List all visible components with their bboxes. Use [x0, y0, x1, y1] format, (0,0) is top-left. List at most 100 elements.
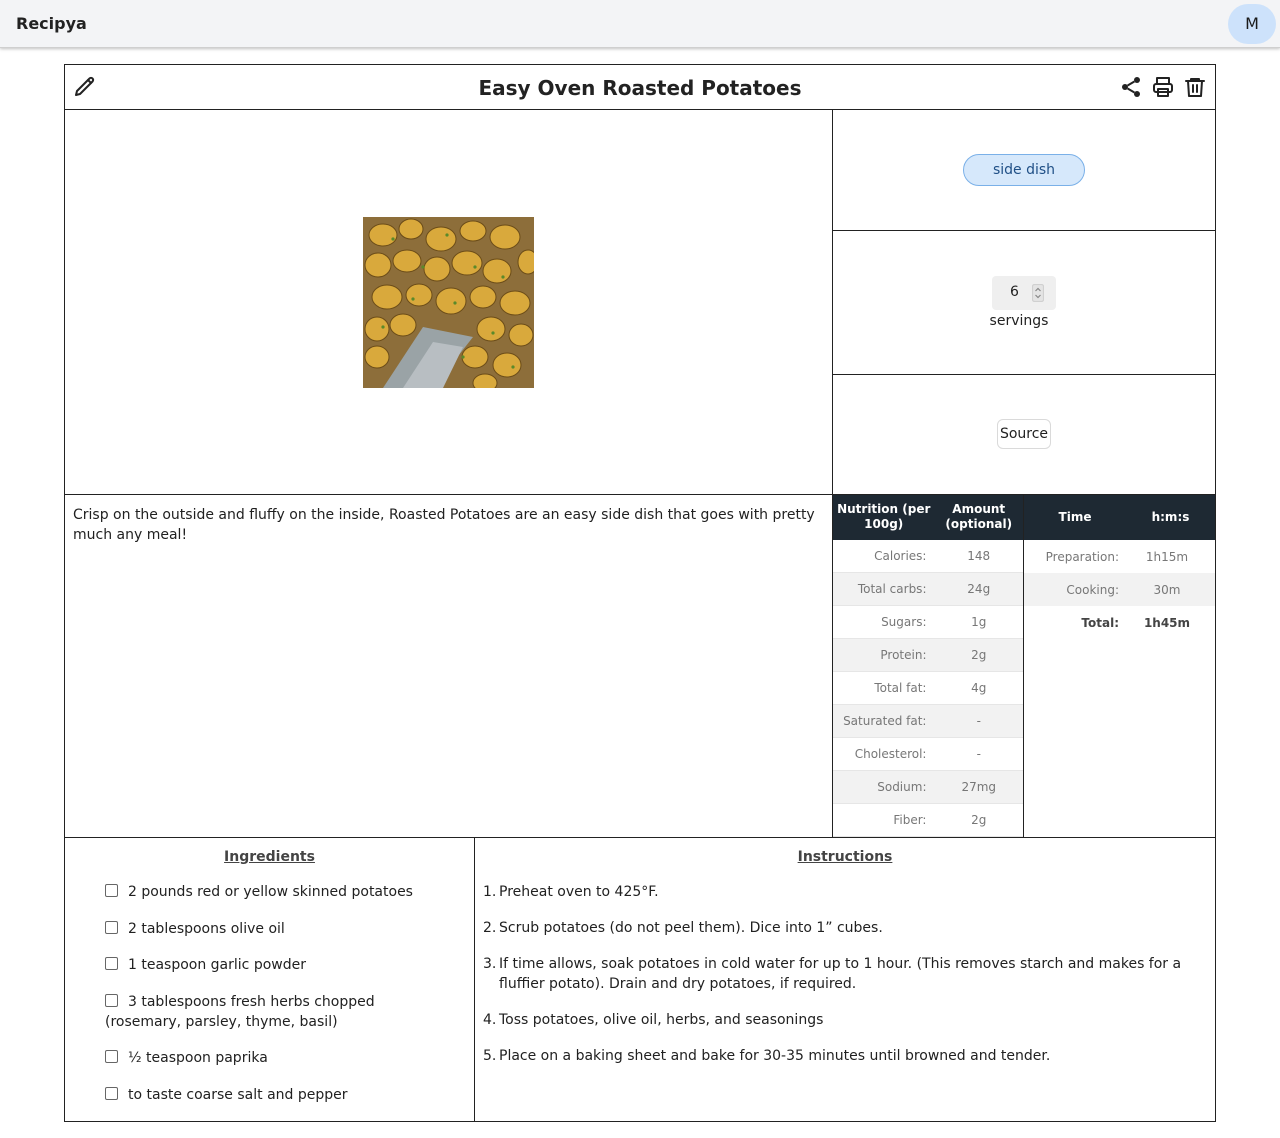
table-row: Cholesterol: - — [833, 738, 1023, 771]
category-tag[interactable]: side dish — [963, 154, 1085, 186]
ingredient-checkbox[interactable] — [105, 993, 118, 1007]
time-label: Cooking: — [1066, 582, 1119, 597]
step-text: Place on a baking sheet and bake for 30-… — [499, 1048, 1051, 1064]
table-row: Fiber: 2g — [833, 804, 1023, 837]
time-value: 30m — [1153, 582, 1181, 597]
table-row: Sugars: 1g — [833, 606, 1023, 639]
servings-cell: 6 servings — [833, 231, 1215, 375]
source-button[interactable]: Source — [997, 419, 1051, 449]
recipe-actions — [1119, 75, 1207, 99]
time-table-header: Time h:m:s — [1024, 495, 1215, 540]
ingredient-text: to taste coarse salt and pepper — [128, 1086, 348, 1103]
list-item: 2 pounds red or yellow skinned potatoes — [105, 882, 455, 902]
list-item: 2 tablespoons olive oil — [105, 919, 455, 939]
nutrient-label: Saturated fat: — [843, 714, 927, 728]
instructions-heading: Instructions — [797, 849, 893, 865]
table-row: Total: 1h45m — [1024, 606, 1215, 639]
share-icon[interactable] — [1119, 75, 1143, 99]
nutrient-value: - — [976, 714, 981, 728]
nutrient-label: Protein: — [880, 648, 927, 662]
servings-stepper[interactable]: 6 — [992, 276, 1056, 310]
recipe-title: Easy Oven Roasted Potatoes — [478, 76, 802, 100]
table-row: Sodium: 27mg — [833, 771, 1023, 804]
printer-icon[interactable] — [1151, 75, 1175, 99]
nutrient-value: 4g — [971, 681, 987, 695]
ingredient-text: 3 tablespoons fresh herbs chopped (rosem… — [105, 993, 375, 1030]
servings-value[interactable]: 6 — [1010, 284, 1019, 300]
top-navbar: Recipya M — [0, 0, 1280, 48]
trash-icon[interactable] — [1183, 75, 1207, 99]
ingredient-checkbox[interactable] — [105, 957, 118, 970]
ingredient-text: 1 teaspoon garlic powder — [128, 957, 306, 973]
ingredients-heading: Ingredients — [224, 849, 315, 865]
ingredient-checkbox[interactable] — [105, 920, 118, 934]
table-row: Saturated fat: - — [833, 705, 1023, 738]
step-number: 5. — [483, 1048, 497, 1064]
list-item: 4. Toss potatoes, olive oil, herbs, and s… — [483, 1010, 1203, 1030]
ingredient-text: 2 pounds red or yellow skinned potatoes — [128, 884, 413, 900]
nutrition-header-label: Nutrition (per 100g) — [837, 502, 931, 531]
recipe-photo — [363, 217, 534, 388]
step-number: 4. — [483, 1012, 497, 1028]
nutrient-value: 24g — [967, 582, 991, 596]
list-item: 3. If time allows, soak potatoes in cold … — [483, 954, 1203, 994]
recipe-title-bar: Easy Oven Roasted Potatoes — [65, 65, 1215, 110]
table-row: Cooking: 30m — [1024, 573, 1215, 606]
instructions-section: Instructions 1. Preheat oven to 425°F. 2.… — [475, 838, 1215, 1121]
instructions-list: 1. Preheat oven to 425°F. 2. Scrub potatoe… — [483, 882, 1203, 1082]
step-text: If time allows, soak potatoes in cold wa… — [499, 956, 1182, 992]
nutrient-label: Calories: — [874, 549, 927, 563]
time-header-unit: h:m:s — [1151, 509, 1190, 524]
nutrient-label: Cholesterol: — [854, 747, 927, 761]
ingredient-text: ½ teaspoon paprika — [128, 1050, 268, 1066]
table-row: Calories: 148 — [833, 540, 1023, 573]
step-number: 3. — [483, 956, 497, 972]
ingredients-section: Ingredients 2 pounds red or yellow skinn… — [65, 838, 475, 1121]
time-header-label: Time — [1058, 509, 1092, 524]
nutrition-table-header: Nutrition (per 100g) Amount (optional) — [833, 495, 1023, 540]
ingredients-list: 2 pounds red or yellow skinned potatoes … — [105, 882, 455, 1121]
table-row: Total fat: 4g — [833, 672, 1023, 705]
nutrition-table: Nutrition (per 100g) Amount (optional) C… — [833, 495, 1024, 838]
ingredient-text: 2 tablespoons olive oil — [128, 920, 285, 937]
time-table: Time h:m:s Preparation: 1h15m Cooking: 30m… — [1024, 495, 1215, 838]
list-item: 2. Scrub potatoes (do not peel them). Dic… — [483, 918, 1203, 938]
nutrient-label: Total carbs: — [857, 582, 927, 596]
time-label: Preparation: — [1045, 549, 1119, 564]
list-item: ½ teaspoon paprika — [105, 1048, 455, 1068]
chevron-up-down-icon[interactable] — [1031, 283, 1045, 303]
user-avatar-button[interactable]: M — [1228, 4, 1276, 44]
category-cell: side dish — [833, 110, 1215, 231]
step-text: Toss potatoes, olive oil, herbs, and sea… — [499, 1012, 824, 1028]
ingredient-checkbox[interactable] — [105, 884, 118, 897]
list-item: 5. Place on a baking sheet and bake for 3… — [483, 1046, 1203, 1066]
time-value: 1h15m — [1145, 549, 1189, 564]
table-row: Total carbs: 24g — [833, 573, 1023, 606]
time-value: 1h45m — [1143, 615, 1191, 630]
table-row: Preparation: 1h15m — [1024, 540, 1215, 573]
nutrient-value: 1g — [971, 615, 987, 629]
time-label: Total: — [1081, 615, 1119, 630]
step-text: Scrub potatoes (do not peel them). Dice … — [499, 920, 883, 936]
list-item: 1. Preheat oven to 425°F. — [483, 882, 1203, 902]
table-row: Protein: 2g — [833, 639, 1023, 672]
source-cell: Source — [833, 375, 1215, 495]
nutrient-value: 27mg — [961, 780, 997, 794]
nutrient-label: Sodium: — [877, 780, 927, 794]
nutrient-value: 2g — [971, 813, 987, 827]
ingredient-checkbox[interactable] — [105, 1086, 118, 1100]
list-item: 3 tablespoons fresh herbs chopped (rosem… — [105, 992, 455, 1032]
servings-label: servings — [989, 313, 1049, 329]
app-logo-text[interactable]: Recipya — [16, 14, 87, 33]
step-number: 2. — [483, 920, 497, 936]
step-number: 1. — [483, 884, 497, 900]
recipe-image-cell — [65, 110, 833, 495]
recipe-description: Crisp on the outside and fluffy on the i… — [65, 495, 833, 838]
ingredient-checkbox[interactable] — [105, 1050, 118, 1063]
nutrient-value: 2g — [971, 648, 987, 662]
nutrient-value: - — [976, 747, 981, 761]
list-item: 1 teaspoon garlic powder — [105, 955, 455, 975]
recipe-card: Easy Oven Roasted Potatoes side dish 6 s… — [64, 64, 1216, 1122]
list-item: to taste coarse salt and pepper — [105, 1085, 455, 1105]
nutrient-label: Sugars: — [881, 615, 927, 629]
